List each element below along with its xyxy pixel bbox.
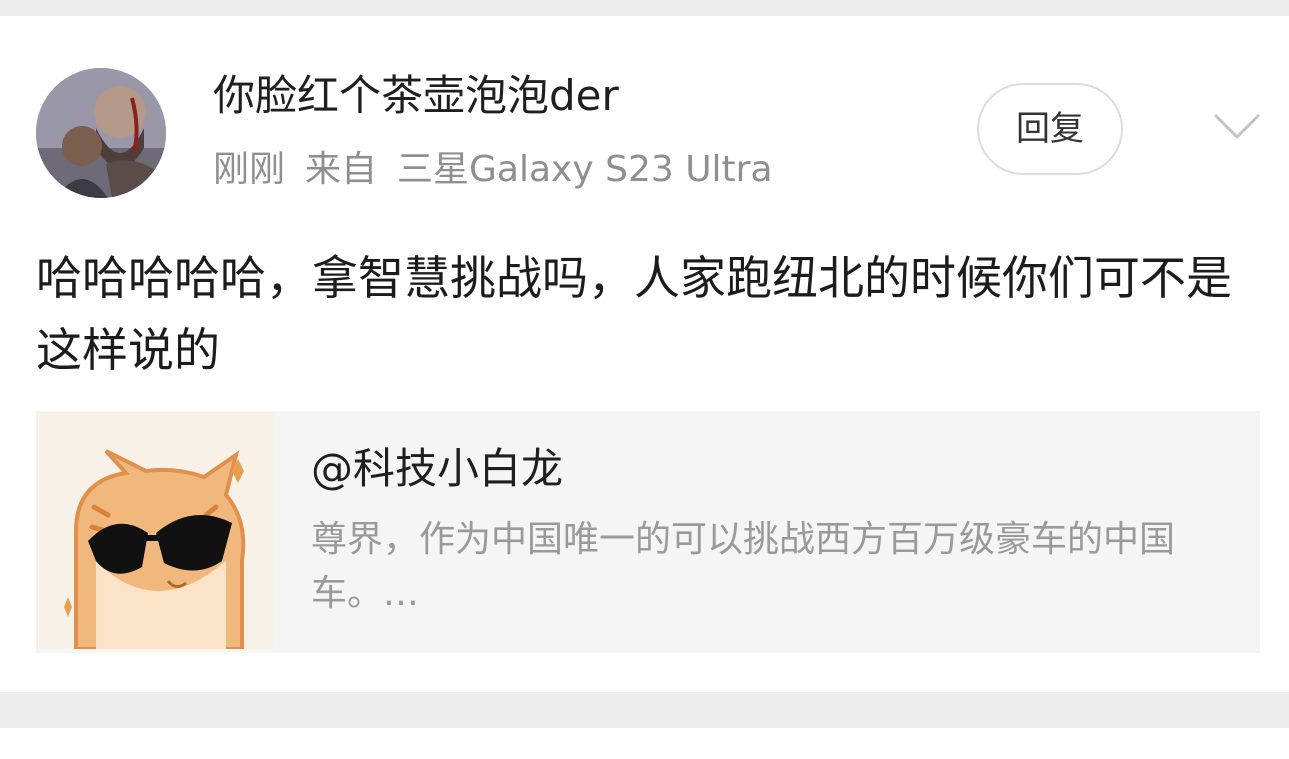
quoted-post[interactable]: @科技小白龙 尊界，作为中国唯一的可以挑战西方百万级豪车的中国车。… — [36, 411, 1260, 653]
reply-button[interactable]: 回复 — [977, 83, 1123, 175]
chevron-down-icon[interactable] — [1212, 112, 1262, 142]
username[interactable]: 你脸红个茶壶泡泡der — [213, 68, 619, 124]
god-of-war-avatar-icon — [36, 68, 166, 198]
quoted-post-thumbnail — [36, 411, 274, 649]
user-avatar[interactable] — [36, 68, 166, 198]
quoted-post-author[interactable]: @科技小白龙 — [311, 441, 563, 497]
device-name: 三星Galaxy S23 Ultra — [397, 149, 773, 190]
next-card-edge — [0, 728, 1289, 759]
comment-text: 哈哈哈哈哈，拿智慧挑战吗，人家跑纽北的时候你们可不是这样说的 — [36, 251, 1232, 377]
sunglasses-cat-avatar-icon — [36, 411, 274, 649]
source-prefix: 来自 — [305, 149, 378, 190]
timestamp: 刚刚 — [213, 149, 286, 190]
comment-meta: 刚刚 来自 三星Galaxy S23 Ultra — [213, 146, 773, 194]
quoted-post-text: 尊界，作为中国唯一的可以挑战西方百万级豪车的中国车。… — [311, 519, 1176, 614]
comment-card: 你脸红个茶壶泡泡der 刚刚 来自 三星Galaxy S23 Ultra 回复 哈哈… — [0, 16, 1289, 692]
